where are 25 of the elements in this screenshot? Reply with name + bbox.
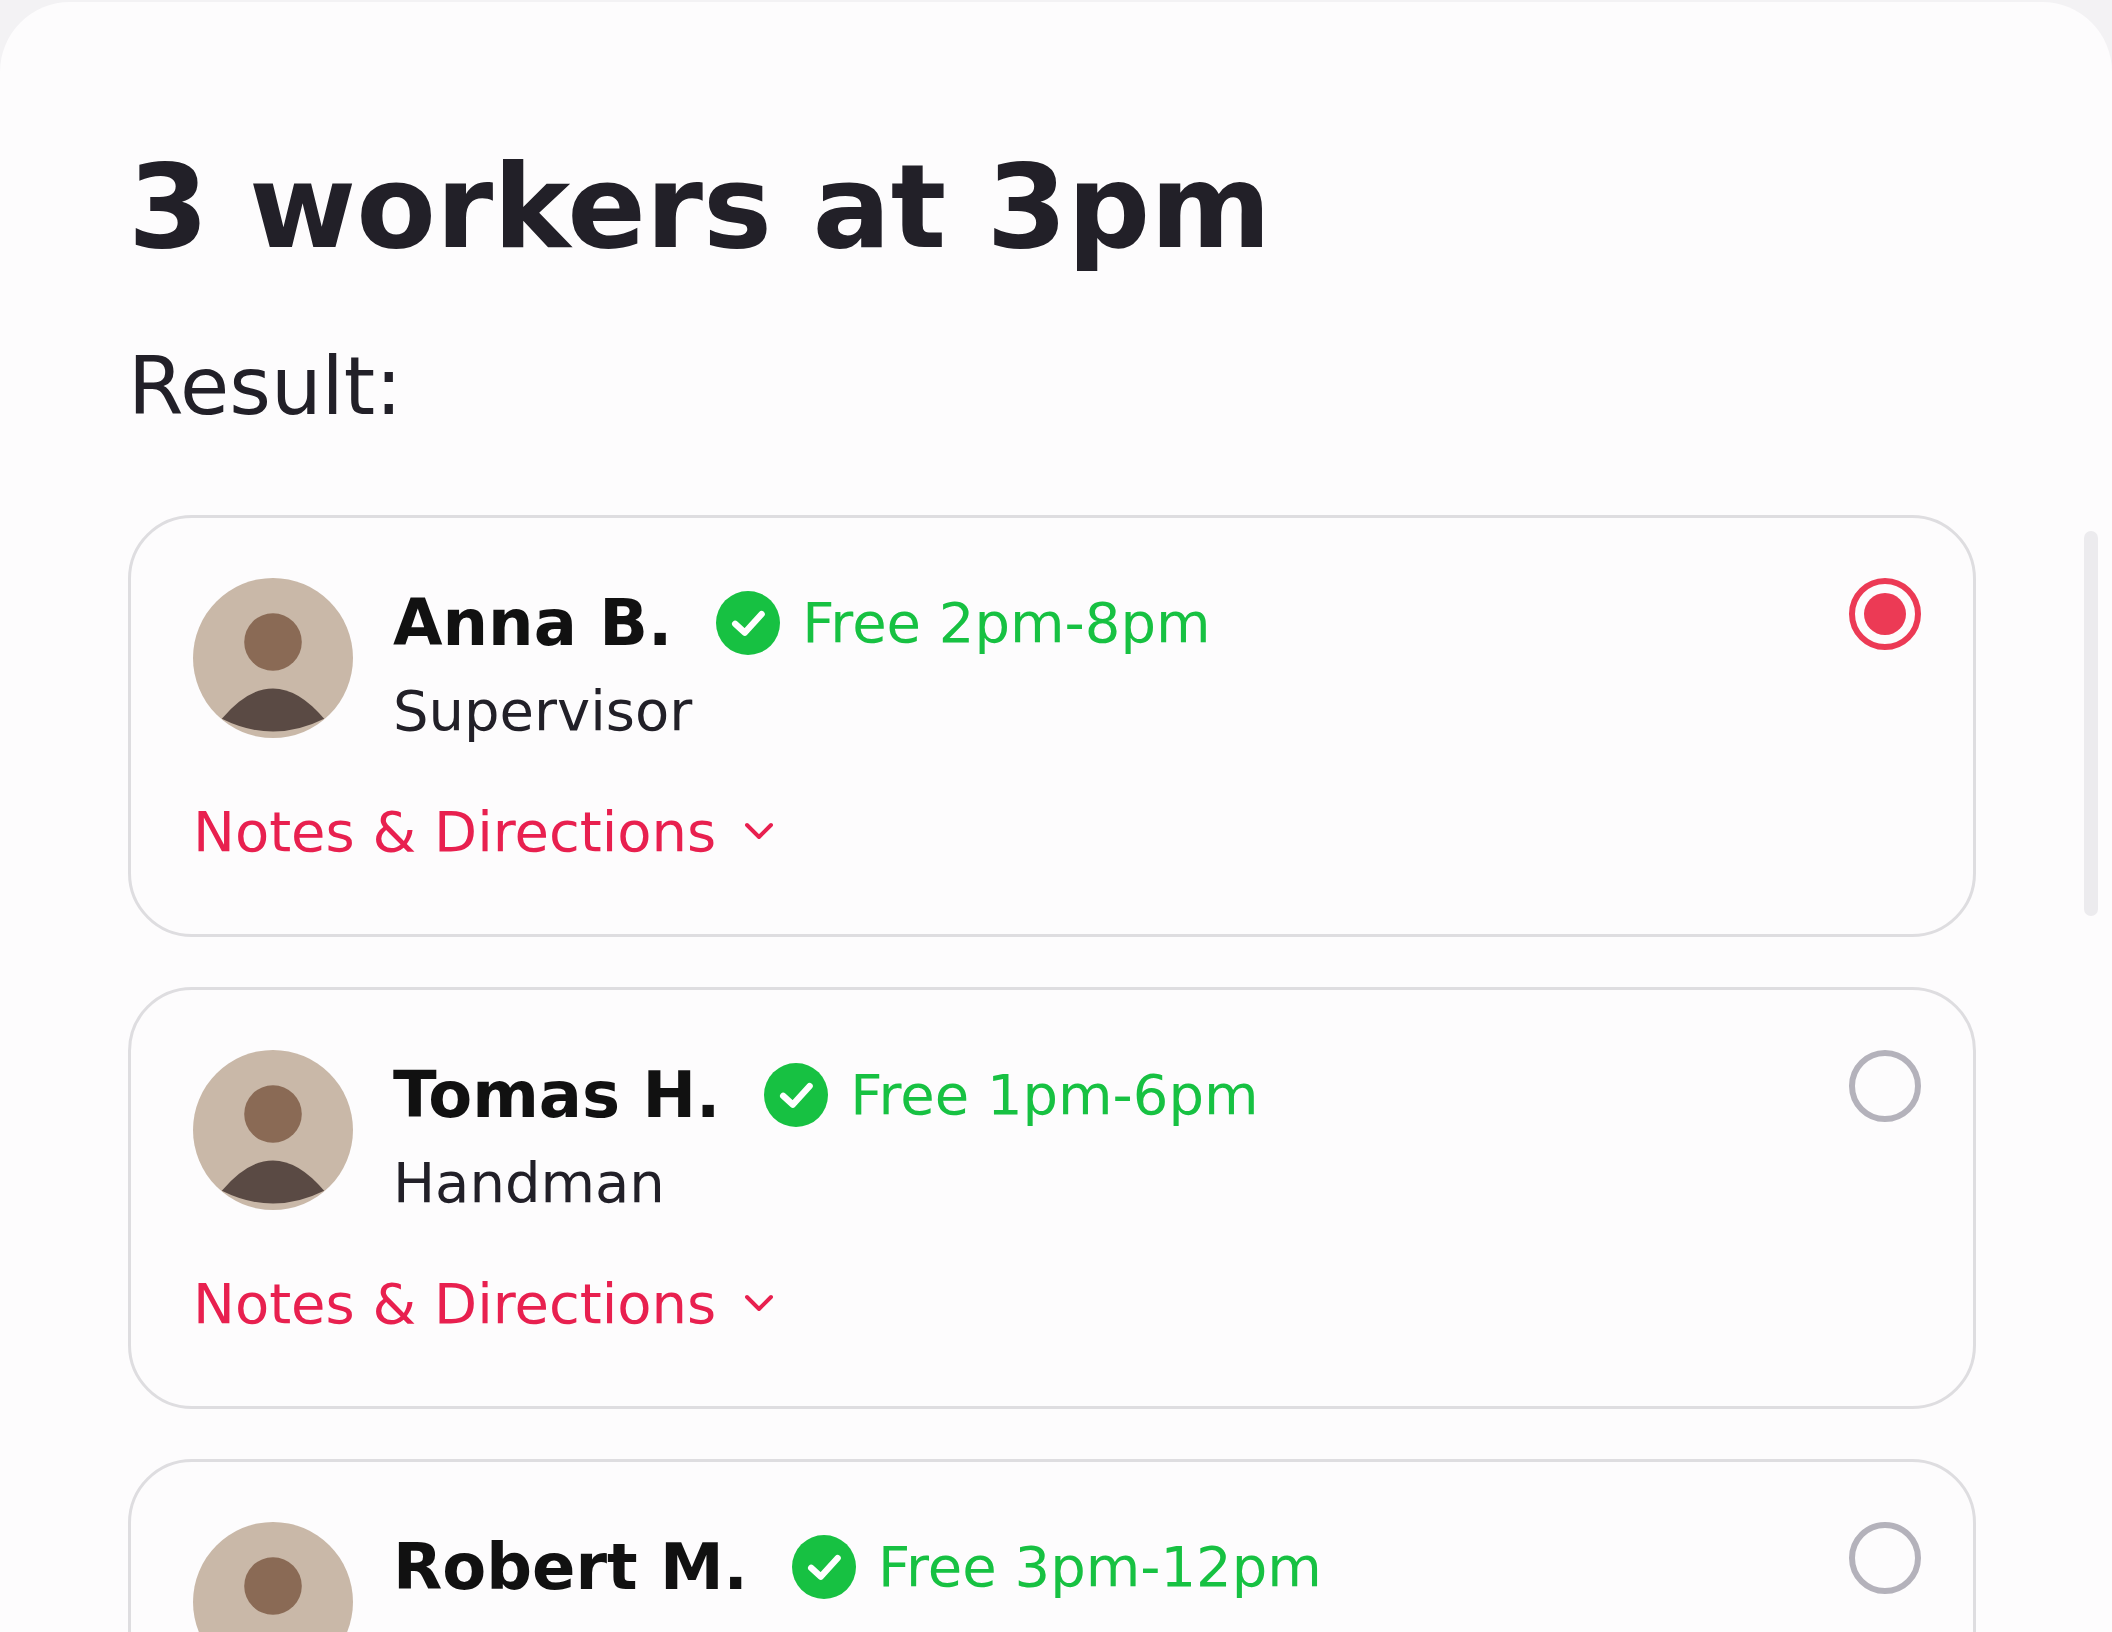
worker-card[interactable]: Anna B. Free 2pm-8pm Supervisor Notes & Directions xyxy=(128,514,1976,937)
notes-link[interactable]: Notes & Directions xyxy=(193,1270,775,1336)
avatar-icon xyxy=(193,1049,353,1210)
radio-button[interactable] xyxy=(1849,1049,1921,1122)
notes-link[interactable]: Notes & Directions xyxy=(193,798,775,864)
worker-role: Supervisor xyxy=(393,677,694,743)
availability-text: Free 3pm-12pm xyxy=(877,1534,1322,1600)
check-icon xyxy=(716,590,781,655)
check-icon xyxy=(764,1062,829,1127)
chevron-down-icon xyxy=(744,822,775,841)
check-icon xyxy=(791,1534,856,1599)
chevron-down-icon xyxy=(744,1294,775,1313)
worker-name: Anna B. xyxy=(393,585,673,660)
page-title: 3 workers at 3pm xyxy=(128,138,1273,276)
radio-button[interactable] xyxy=(1849,577,1921,650)
result-heading: Result: xyxy=(128,346,404,427)
availability-text: Free 1pm-6pm xyxy=(850,1062,1259,1128)
worker-card[interactable]: Robert M. Free 3pm-12pm xyxy=(128,1458,1976,1632)
worker-name: Robert M. xyxy=(393,1529,748,1604)
radio-button[interactable] xyxy=(1849,1521,1921,1594)
availability-text: Free 2pm-8pm xyxy=(802,590,1211,656)
avatar-icon xyxy=(193,577,353,738)
worker-card[interactable]: Tomas H. Free 1pm-6pm Handman Notes & Directions xyxy=(128,986,1976,1409)
worker-name: Tomas H. xyxy=(393,1057,721,1132)
worker-role: Handman xyxy=(393,1149,666,1215)
